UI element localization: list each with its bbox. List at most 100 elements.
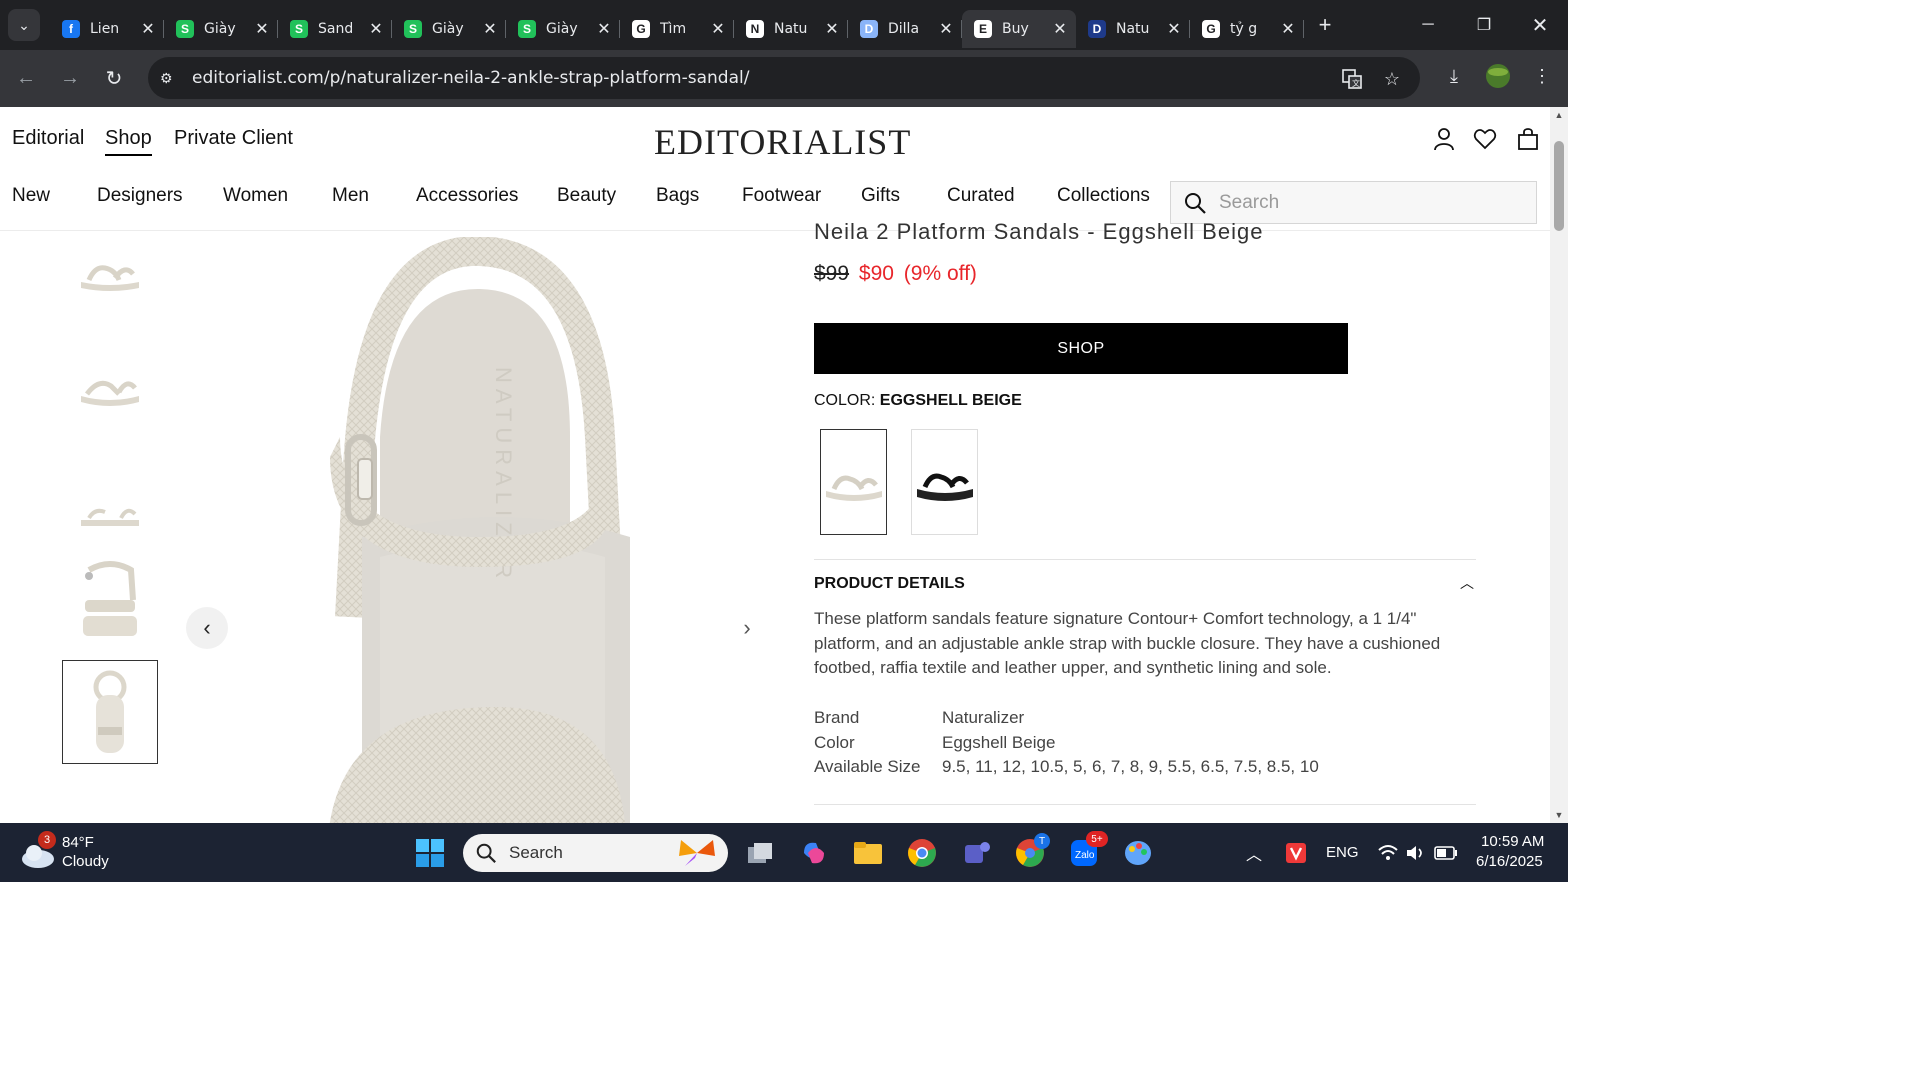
browser-tab[interactable]: N Natu ✕	[734, 10, 848, 48]
category-footwear[interactable]: Footwear	[742, 185, 821, 207]
battery-icon[interactable]	[1430, 837, 1462, 869]
menu-icon[interactable]: ⋮	[1528, 62, 1556, 90]
close-tab-icon[interactable]: ✕	[368, 19, 384, 39]
shop-button[interactable]: SHOP	[814, 323, 1348, 374]
profile-avatar[interactable]	[1484, 62, 1512, 90]
browser-tab[interactable]: D Dilla ✕	[848, 10, 962, 48]
scrollbar-thumb[interactable]	[1554, 141, 1564, 231]
search-input[interactable]: Search	[1170, 181, 1537, 224]
product-details-heading[interactable]: PRODUCT DETAILS	[814, 575, 965, 593]
product-thumbnail-3[interactable]	[62, 457, 158, 557]
chrome-profile-icon[interactable]: T	[1014, 833, 1050, 869]
close-tab-icon[interactable]: ✕	[140, 19, 156, 39]
spec-value: 9.5, 11, 12, 10.5, 5, 6, 7, 8, 9, 5.5, 6…	[942, 757, 1319, 776]
browser-tab[interactable]: G Tìm ✕	[620, 10, 734, 48]
category-new[interactable]: New	[12, 185, 50, 207]
weather-widget[interactable]: 3 84°F Cloudy	[20, 831, 140, 873]
tray-overflow-chevron-icon[interactable]: ︿	[1246, 841, 1262, 865]
new-tab-button[interactable]: +	[1310, 10, 1340, 40]
carousel-next-button[interactable]: ›	[726, 607, 768, 649]
category-bags[interactable]: Bags	[656, 185, 699, 207]
clock-time[interactable]: 10:59 AM	[1481, 833, 1544, 850]
category-collections[interactable]: Collections	[1057, 185, 1150, 207]
vivaldi-tray-icon[interactable]	[1280, 837, 1312, 869]
account-icon[interactable]	[1432, 127, 1456, 151]
taskbar-search[interactable]: Search	[463, 834, 728, 872]
file-explorer-icon[interactable]	[852, 837, 884, 869]
restore-button[interactable]: ❐	[1456, 0, 1512, 50]
close-tab-icon[interactable]: ✕	[1166, 19, 1182, 39]
close-tab-icon[interactable]: ✕	[1280, 19, 1296, 39]
zalo-icon[interactable]: Zalo 5+	[1068, 831, 1108, 869]
nav-shop[interactable]: Shop	[105, 127, 152, 156]
color-swatch-black[interactable]	[911, 429, 978, 535]
close-tab-icon[interactable]: ✕	[254, 19, 270, 39]
chrome-icon[interactable]	[906, 837, 938, 869]
wishlist-heart-icon[interactable]	[1473, 127, 1497, 151]
close-tab-icon[interactable]: ✕	[824, 19, 840, 39]
product-thumbnail-1[interactable]	[62, 219, 158, 319]
category-designers[interactable]: Designers	[97, 185, 183, 207]
scroll-up-arrow[interactable]: ▲	[1554, 110, 1564, 120]
clock-date[interactable]: 6/16/2025	[1476, 853, 1543, 870]
browser-tab[interactable]: D Natu ✕	[1076, 10, 1190, 48]
page-scrollbar[interactable]: ▲ ▼	[1550, 107, 1568, 823]
browser-tab[interactable]: E Buy ✕	[962, 10, 1076, 48]
s-app-icon: S	[404, 20, 422, 38]
close-tab-icon[interactable]: ✕	[710, 19, 726, 39]
teams-icon[interactable]	[960, 837, 992, 869]
category-accessories[interactable]: Accessories	[416, 185, 518, 207]
weather-condition: Cloudy	[62, 853, 109, 870]
browser-tab[interactable]: S Giày ✕	[164, 10, 278, 48]
browser-tab[interactable]: S Giày ✕	[506, 10, 620, 48]
copilot-icon[interactable]	[798, 837, 830, 869]
address-bar[interactable]: ⚙ editorialist.com/p/naturalizer-neila-2…	[148, 57, 1420, 99]
site-info-icon[interactable]: ⚙	[160, 70, 180, 87]
browser-tab[interactable]: S Sand ✕	[278, 10, 392, 48]
scroll-down-arrow[interactable]: ▼	[1554, 810, 1564, 820]
chevron-up-icon[interactable]: ︿	[1460, 573, 1474, 593]
task-view-icon[interactable]	[744, 837, 776, 869]
translate-icon[interactable]: 文	[1340, 67, 1364, 91]
browser-tab[interactable]: f Lien ✕	[50, 10, 164, 48]
back-button[interactable]: ←	[10, 62, 42, 94]
category-men[interactable]: Men	[332, 185, 369, 207]
windows-start-icon[interactable]	[414, 837, 446, 869]
browser-tab[interactable]: Gtỷ g ✕	[1190, 10, 1304, 48]
category-curated[interactable]: Curated	[947, 185, 1015, 207]
carousel-prev-button[interactable]: ‹	[186, 607, 228, 649]
close-tab-icon[interactable]: ✕	[1052, 19, 1068, 39]
bookmark-star-icon[interactable]: ☆	[1380, 67, 1404, 91]
product-thumbnail-5[interactable]	[62, 660, 158, 764]
browser-tab[interactable]: S Giày ✕	[392, 10, 506, 48]
nav-editorial[interactable]: Editorial	[12, 127, 84, 150]
reload-button[interactable]: ↻	[98, 62, 130, 94]
close-window-button[interactable]: ✕	[1512, 0, 1568, 50]
category-gifts[interactable]: Gifts	[861, 185, 900, 207]
input-language[interactable]: ENG	[1326, 844, 1359, 861]
volume-icon[interactable]	[1400, 837, 1432, 869]
url-text[interactable]: editorialist.com/p/naturalizer-neila-2-a…	[192, 68, 749, 88]
nav-private-client[interactable]: Private Client	[174, 127, 293, 150]
product-thumbnail-2[interactable]	[62, 335, 158, 435]
forward-button[interactable]: →	[54, 62, 86, 94]
paint-icon[interactable]	[1122, 837, 1154, 869]
svg-text:文: 文	[1352, 78, 1360, 88]
details-divider-top	[814, 559, 1476, 560]
tab-search-button[interactable]: ⌄	[8, 9, 40, 41]
minimize-button[interactable]: ─	[1400, 0, 1456, 50]
category-beauty[interactable]: Beauty	[557, 185, 616, 207]
tab-title: Dilla	[888, 21, 920, 37]
close-tab-icon[interactable]: ✕	[938, 19, 954, 39]
product-thumbnail-4[interactable]	[62, 555, 158, 655]
download-icon[interactable]: ⤓	[1440, 62, 1468, 90]
tab-title: Giày	[204, 21, 236, 37]
spec-key: Color	[814, 733, 855, 752]
close-tab-icon[interactable]: ✕	[482, 19, 498, 39]
color-swatch-eggshell-beige[interactable]	[820, 429, 887, 535]
site-logo[interactable]: EDITORIALIST	[654, 121, 911, 163]
shopping-bag-icon[interactable]	[1516, 127, 1540, 151]
category-women[interactable]: Women	[223, 185, 288, 207]
dillards-icon: D	[860, 20, 878, 38]
close-tab-icon[interactable]: ✕	[596, 19, 612, 39]
